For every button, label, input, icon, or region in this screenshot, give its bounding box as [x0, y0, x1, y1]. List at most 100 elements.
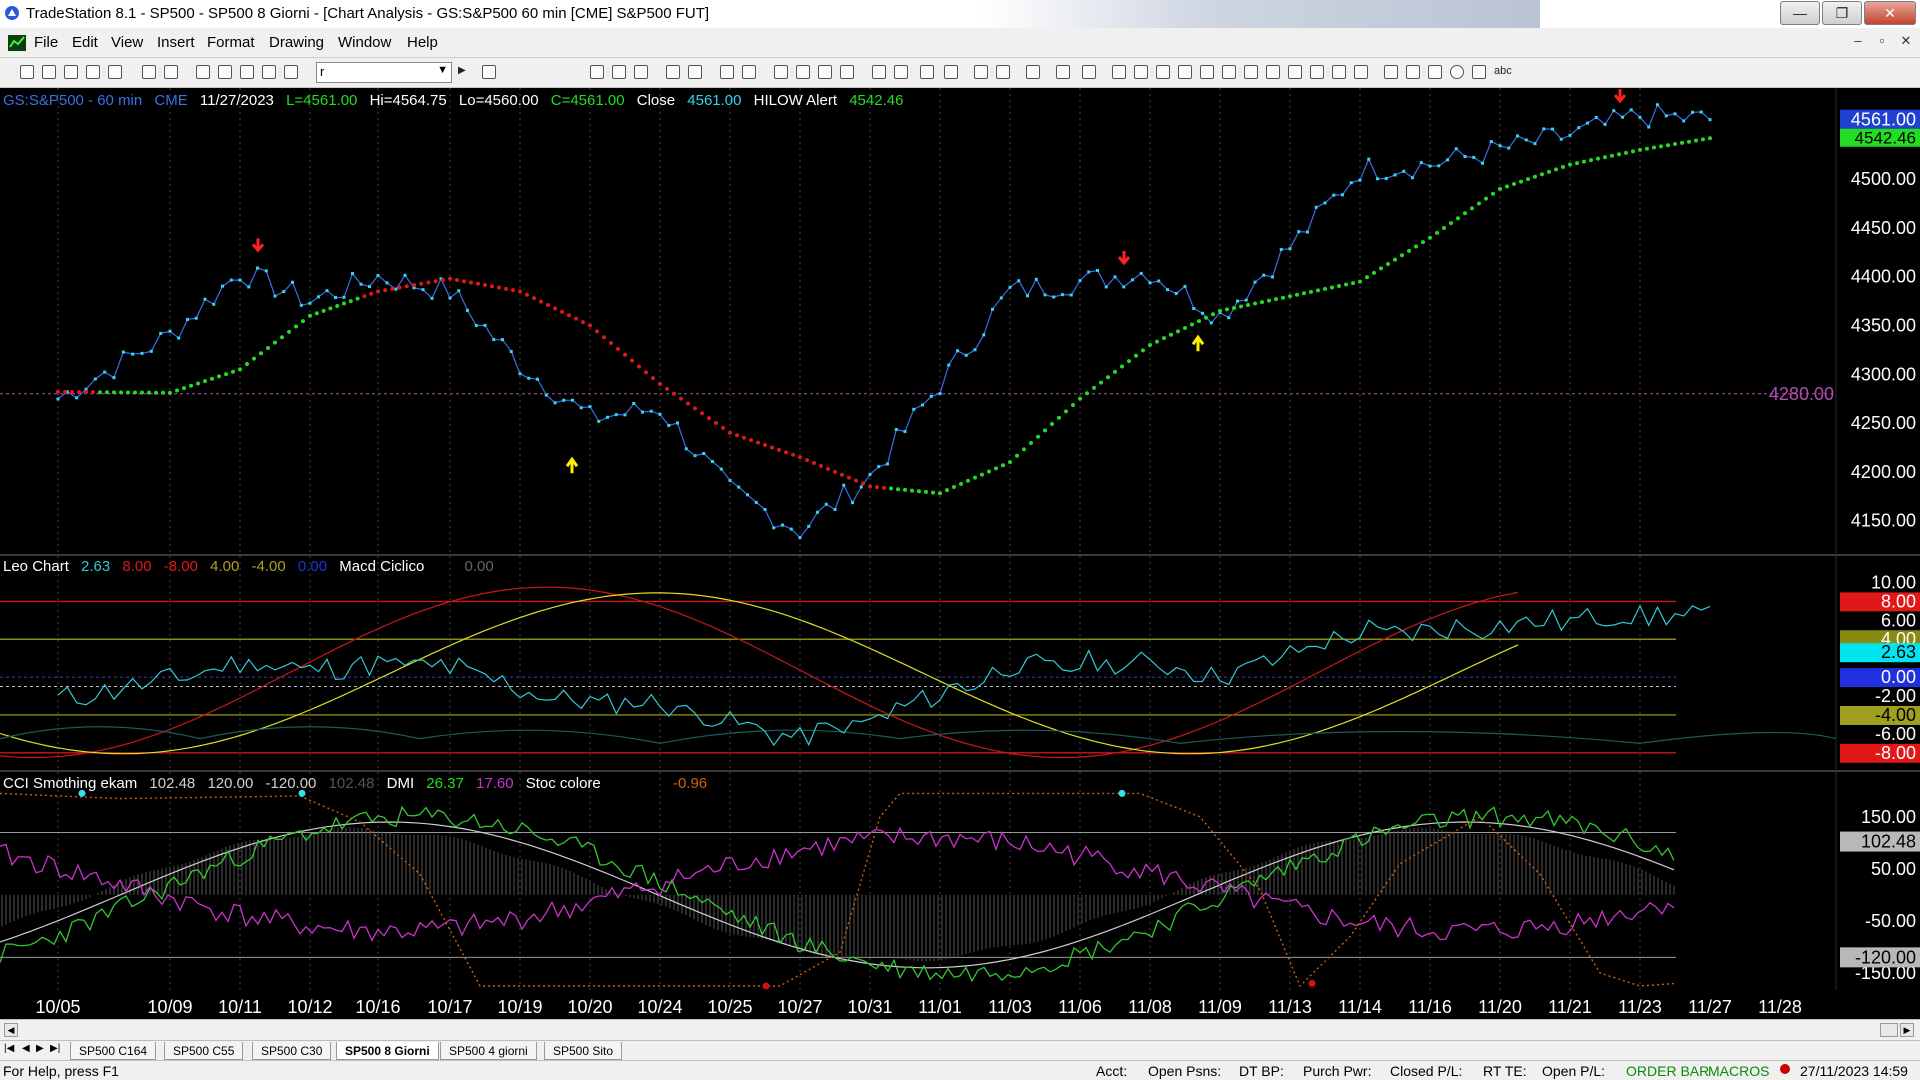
tab-nav-prev-icon[interactable]: ◀ [22, 1043, 30, 1054]
alerts-icon[interactable] [1056, 65, 1070, 79]
radar-icon[interactable] [796, 65, 810, 79]
tab-nav-first-icon[interactable]: |◀ [4, 1043, 14, 1054]
print-preview-icon[interactable] [142, 65, 156, 79]
format-window-icon[interactable] [590, 65, 604, 79]
scroll-thumb[interactable] [1880, 1023, 1898, 1037]
price-point [702, 451, 706, 455]
parallel-lines-icon[interactable] [1310, 65, 1324, 79]
curve-icon[interactable] [1384, 65, 1398, 79]
data-tip-icon[interactable] [996, 65, 1010, 79]
print-icon[interactable] [164, 65, 178, 79]
insert-strategy-icon[interactable] [688, 65, 702, 79]
matrix-icon[interactable] [840, 65, 854, 79]
text-tool-icon[interactable]: abc [1494, 65, 1512, 77]
tab-sp500-8-giorni[interactable]: SP500 8 Giorni [336, 1042, 439, 1060]
save-icon[interactable] [108, 65, 122, 79]
price-point [789, 527, 793, 531]
open-workspace-icon[interactable] [64, 65, 78, 79]
hilow-point [1148, 343, 1152, 348]
pointer-icon[interactable] [974, 65, 988, 79]
tab-nav-last-icon[interactable]: ▶| [50, 1043, 60, 1054]
zoom-in-icon[interactable] [920, 65, 934, 79]
tab-sp500-c30[interactable]: SP500 C30 [252, 1042, 332, 1060]
rt-te-label: RT TE: [1483, 1063, 1527, 1079]
scroll-left-icon[interactable]: ◀ [4, 1023, 18, 1037]
palette-icon[interactable] [284, 65, 298, 79]
mdi-restore-button[interactable]: ▫ [1872, 33, 1892, 51]
lock-icon[interactable] [240, 65, 254, 79]
bar-spacing-wide-icon[interactable] [894, 65, 908, 79]
pen-icon[interactable] [1354, 65, 1368, 79]
gann-icon[interactable] [1266, 65, 1280, 79]
open-icon[interactable] [42, 65, 56, 79]
tools-icon[interactable] [262, 65, 276, 79]
fib-icon[interactable] [1178, 65, 1192, 79]
mdi-close-button[interactable]: ✕ [1896, 33, 1916, 51]
hilow-point [476, 281, 480, 286]
rectangle-icon[interactable] [1472, 65, 1486, 79]
drawing-tools-icon[interactable] [720, 65, 734, 79]
new-workspace-icon[interactable] [86, 65, 100, 79]
price-point [1209, 321, 1213, 325]
menu-view[interactable]: View [111, 34, 143, 51]
chart-analysis-window[interactable]: 4280.00 4500.00 4450.00 4400.00 4350.00 4300.… [0, 88, 1920, 1019]
tab-sp500-c164[interactable]: SP500 C164 [70, 1042, 157, 1060]
menu-window[interactable]: Window [338, 34, 391, 51]
channel-icon[interactable] [1244, 65, 1258, 79]
copy-icon[interactable] [218, 65, 232, 79]
chart-type-icon[interactable] [774, 65, 788, 79]
tab-sp500-c55[interactable]: SP500 C55 [164, 1042, 244, 1060]
tab-sp500-sito[interactable]: SP500 Sito [544, 1042, 623, 1060]
horizontal-scrollbar[interactable]: ◀ ▶ [0, 1019, 1920, 1040]
chart-canvas[interactable]: 4280.00 4500.00 4450.00 4400.00 4350.00 4300.… [0, 88, 1920, 1019]
price-point [394, 287, 398, 291]
refresh-icon[interactable] [742, 65, 756, 79]
format-symbol-icon[interactable] [612, 65, 626, 79]
hammer-icon[interactable] [1026, 65, 1040, 79]
zoom-out-icon[interactable] [944, 65, 958, 79]
hilow-point [376, 289, 380, 294]
cycle-icon[interactable] [1332, 65, 1346, 79]
search-symbol-icon[interactable] [482, 65, 496, 79]
mdi-minimize-button[interactable]: – [1848, 33, 1868, 51]
vertical-lines-icon[interactable] [1134, 65, 1148, 79]
new-icon[interactable] [20, 65, 34, 79]
menu-edit[interactable]: Edit [72, 34, 98, 51]
maximize-button[interactable]: ❐ [1822, 1, 1862, 25]
symbol-input[interactable]: r ▼ [316, 62, 452, 83]
order-bar-button[interactable]: ORDER BAR [1626, 1063, 1709, 1079]
cut-icon[interactable] [196, 65, 210, 79]
arc-icon[interactable] [1200, 65, 1214, 79]
arrow-down-icon[interactable] [1406, 65, 1420, 79]
menu-file[interactable]: File [34, 34, 58, 51]
horizontal-lines-icon[interactable] [1156, 65, 1170, 79]
minimize-button[interactable]: — [1780, 1, 1820, 25]
menu-drawing[interactable]: Drawing [269, 34, 324, 51]
leo-badge-label: -4.00 [1875, 705, 1916, 725]
tab-nav-next-icon[interactable]: ▶ [36, 1043, 44, 1054]
price-point [1262, 273, 1266, 277]
bar-spacing-icon[interactable] [872, 65, 886, 79]
ellipse-icon[interactable] [1450, 65, 1464, 79]
angle-icon[interactable] [1222, 65, 1236, 79]
menu-format[interactable]: Format [207, 34, 255, 51]
disabled-icon[interactable] [1082, 65, 1096, 79]
scanner-icon[interactable] [818, 65, 832, 79]
go-arrow-icon[interactable]: ▶ [458, 65, 466, 76]
price-point [448, 296, 452, 300]
ruler-icon[interactable] [1288, 65, 1302, 79]
macros-button[interactable]: MACROS [1708, 1063, 1769, 1079]
price-point [1166, 288, 1169, 292]
price-point [728, 479, 732, 483]
menu-insert[interactable]: Insert [157, 34, 195, 51]
trendline-icon[interactable] [1112, 65, 1126, 79]
insert-indicator-icon[interactable] [666, 65, 680, 79]
format-analysis-icon[interactable] [634, 65, 648, 79]
chevron-down-icon[interactable]: ▼ [437, 64, 448, 76]
hilow-point [1085, 391, 1089, 396]
arrow-up-icon[interactable] [1428, 65, 1442, 79]
close-button[interactable]: ✕ [1864, 1, 1916, 25]
menu-help[interactable]: Help [407, 34, 438, 51]
tab-sp500-4-giorni[interactable]: SP500 4 giorni [440, 1042, 537, 1060]
scroll-right-icon[interactable]: ▶ [1900, 1023, 1914, 1037]
